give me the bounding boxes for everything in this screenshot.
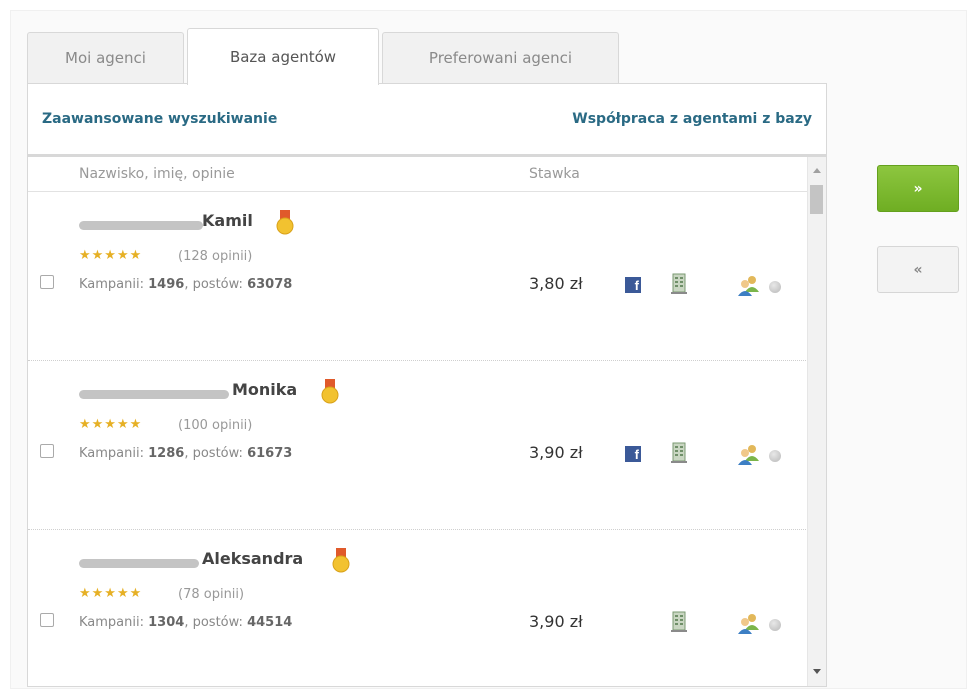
redacted-surname — [79, 559, 199, 568]
status-indicator — [769, 450, 781, 462]
building-icon — [671, 273, 687, 294]
facebook-icon: f — [625, 277, 641, 293]
table-row: Monika ★★★★★ (100 opinii) Kampanii: 1286… — [28, 361, 808, 530]
select-checkbox[interactable] — [40, 613, 54, 627]
status-indicator — [769, 619, 781, 631]
agent-stats: Kampanii: 1496, postów: 63078 — [79, 277, 293, 292]
agent-first-name[interactable]: Aleksandra — [202, 549, 303, 568]
posts-count: 61673 — [247, 446, 293, 461]
posts-count: 44514 — [247, 615, 293, 630]
column-rate[interactable]: Stawka — [529, 166, 580, 182]
posts-count: 63078 — [247, 277, 293, 292]
posts-label: postów: — [192, 277, 243, 292]
people-icon[interactable] — [737, 274, 761, 296]
opinions-link[interactable]: (100 opinii) — [178, 418, 252, 433]
scroll-thumb[interactable] — [810, 185, 823, 214]
rating-stars: ★★★★★ — [79, 248, 143, 263]
select-checkbox[interactable] — [40, 275, 54, 289]
agent-first-name[interactable]: Monika — [232, 380, 297, 399]
opinions-link[interactable]: (128 opinii) — [178, 249, 252, 264]
list-scrollbar[interactable] — [807, 157, 826, 686]
agent-stats: Kampanii: 1286, postów: 61673 — [79, 446, 293, 461]
rate-value: 3,90 zł — [529, 612, 583, 631]
rating-stars: ★★★★★ — [79, 586, 143, 601]
status-indicator — [769, 281, 781, 293]
posts-label: postów: — [192, 446, 243, 461]
medal-icon — [276, 210, 294, 235]
column-name[interactable]: Nazwisko, imię, opinie — [79, 166, 235, 182]
posts-label: postów: — [192, 615, 243, 630]
tab-baza-agentow[interactable]: Baza agentów — [187, 28, 379, 85]
agent-stats: Kampanii: 1304, postów: 44514 — [79, 615, 293, 630]
agents-panel: Zaawansowane wyszukiwanie Współpraca z a… — [27, 83, 827, 687]
building-icon — [671, 442, 687, 463]
facebook-icon: f — [625, 446, 641, 462]
campaigns-count: 1286 — [148, 446, 185, 461]
people-icon[interactable] — [737, 443, 761, 465]
agent-list: Kamil ★★★★★ (128 opinii) Kampanii: 1496,… — [28, 192, 808, 686]
table-header: Nazwisko, imię, opinie Stawka — [28, 157, 808, 192]
redacted-surname — [79, 221, 203, 230]
table-row: Aleksandra ★★★★★ (78 opinii) Kampanii: 1… — [28, 530, 808, 686]
table-row: Kamil ★★★★★ (128 opinii) Kampanii: 1496,… — [28, 192, 808, 361]
cooperation-link[interactable]: Współpraca z agentami z bazy — [572, 111, 812, 127]
campaigns-count: 1496 — [148, 277, 185, 292]
campaigns-label: Kampanii: — [79, 277, 144, 292]
opinions-link[interactable]: (78 opinii) — [178, 587, 244, 602]
panel-header: Zaawansowane wyszukiwanie Współpraca z a… — [28, 84, 826, 157]
rate-value: 3,80 zł — [529, 274, 583, 293]
move-right-button[interactable]: » — [877, 165, 959, 212]
medal-icon — [332, 548, 350, 573]
move-left-button[interactable]: « — [877, 246, 959, 293]
scroll-down-arrow[interactable] — [813, 669, 821, 674]
agent-first-name[interactable]: Kamil — [202, 211, 253, 230]
tab-preferowani-agenci[interactable]: Preferowani agenci — [382, 32, 619, 83]
people-icon[interactable] — [737, 612, 761, 634]
campaigns-label: Kampanii: — [79, 446, 144, 461]
campaigns-label: Kampanii: — [79, 615, 144, 630]
rate-value: 3,90 zł — [529, 443, 583, 462]
building-icon — [671, 611, 687, 632]
select-checkbox[interactable] — [40, 444, 54, 458]
redacted-surname — [79, 390, 229, 399]
campaigns-count: 1304 — [148, 615, 185, 630]
scroll-up-arrow[interactable] — [813, 168, 821, 173]
rating-stars: ★★★★★ — [79, 417, 143, 432]
tab-moi-agenci[interactable]: Moi agenci — [27, 32, 184, 83]
advanced-search-link[interactable]: Zaawansowane wyszukiwanie — [42, 111, 277, 127]
medal-icon — [321, 379, 339, 404]
